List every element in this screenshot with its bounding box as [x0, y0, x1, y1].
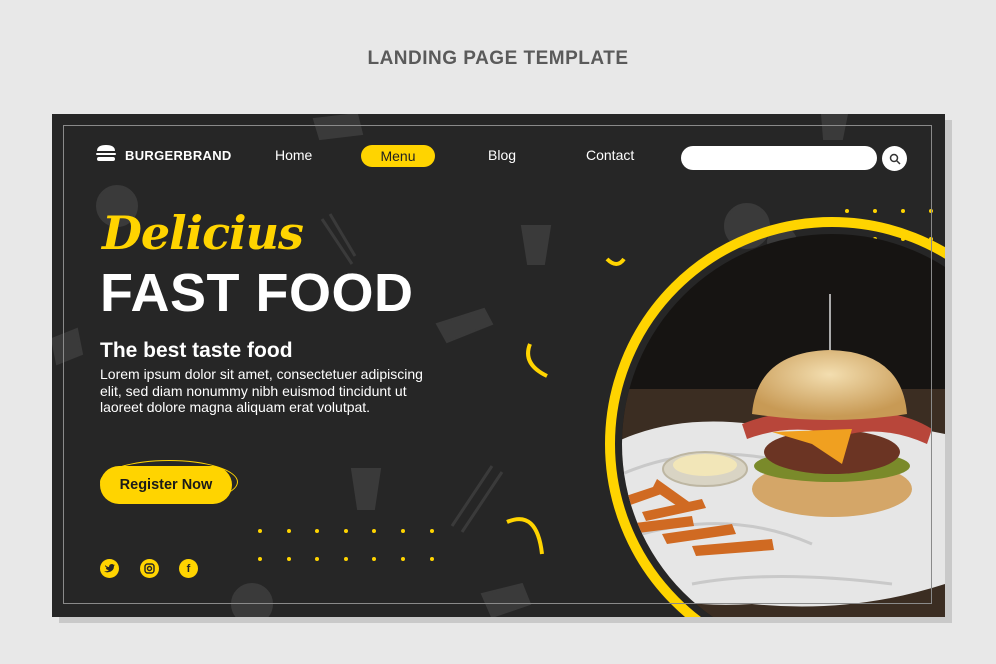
- instagram-button[interactable]: [140, 559, 159, 578]
- instagram-icon: [144, 563, 155, 574]
- hero-script-title: Delicius: [102, 206, 304, 260]
- nav-home[interactable]: Home: [275, 147, 312, 163]
- search-icon: [889, 153, 901, 165]
- nav-blog[interactable]: Blog: [488, 147, 516, 163]
- search-input[interactable]: [681, 146, 877, 170]
- brand-name: BURGERBRAND: [125, 148, 232, 163]
- page-caption: LANDING PAGE TEMPLATE: [367, 48, 629, 69]
- landing-panel: BURGERBRAND Home Menu Blog Contact Delic…: [52, 114, 945, 617]
- nav-contact[interactable]: Contact: [586, 147, 634, 163]
- hero-title: FAST FOOD: [100, 263, 414, 323]
- twitter-icon: [104, 564, 115, 573]
- nav-menu[interactable]: Menu: [361, 145, 435, 167]
- hero-body: Lorem ipsum dolor sit amet, consectetuer…: [100, 366, 423, 415]
- burger-icon: [95, 144, 117, 167]
- twitter-button[interactable]: [100, 559, 119, 578]
- hero-subtitle: The best taste food: [100, 339, 293, 362]
- facebook-button[interactable]: f: [179, 559, 198, 578]
- facebook-icon: f: [186, 562, 191, 575]
- brand-logo[interactable]: BURGERBRAND: [95, 144, 232, 167]
- register-button[interactable]: Register Now: [100, 466, 232, 504]
- search-button[interactable]: [882, 146, 907, 171]
